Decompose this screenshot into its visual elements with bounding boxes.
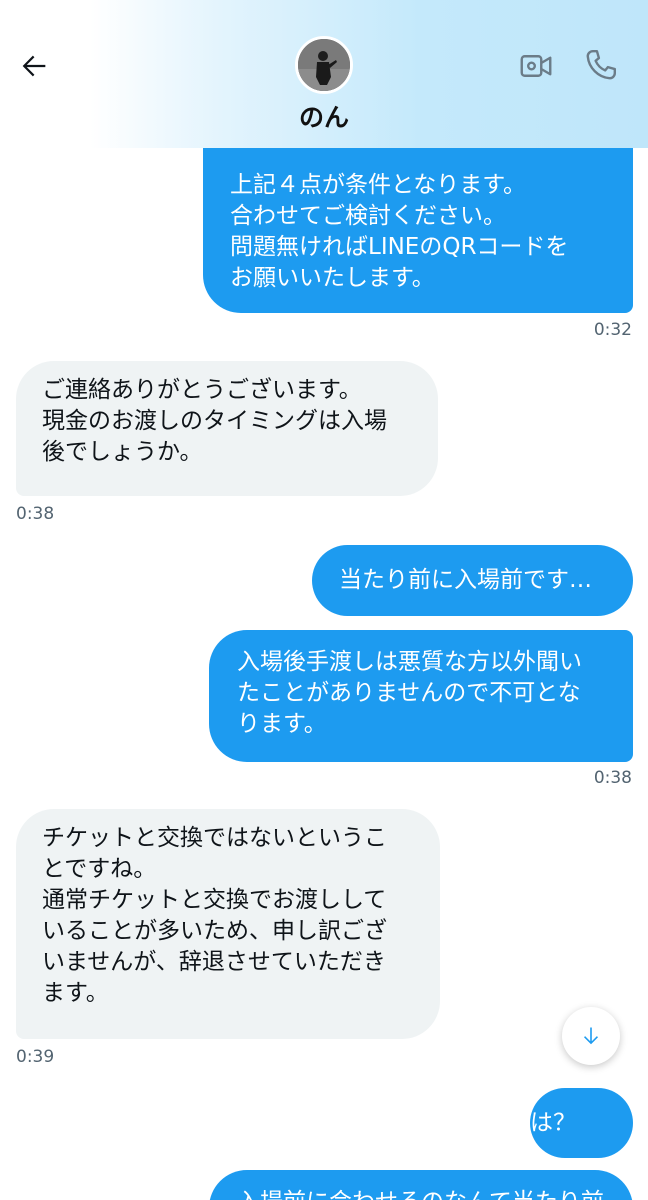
voice-call-button[interactable] bbox=[580, 44, 622, 86]
arrow-down-icon bbox=[584, 1027, 598, 1045]
message-bubble-outgoing[interactable]: 入場前に会わせるのなんて当たり前 bbox=[209, 1170, 633, 1200]
phone-icon bbox=[586, 50, 616, 80]
message-timestamp: 0:38 bbox=[16, 504, 55, 524]
scroll-to-bottom-button[interactable] bbox=[562, 1007, 620, 1065]
video-call-button[interactable] bbox=[516, 46, 556, 86]
avatar-image bbox=[298, 39, 350, 91]
message-bubble-outgoing[interactable]: 入場後手渡しは悪質な方以外聞い たことがありませんので不可とな ります。 bbox=[209, 630, 633, 762]
message-timestamp: 0:38 bbox=[593, 768, 632, 788]
video-camera-icon bbox=[520, 55, 552, 77]
arrow-left-icon bbox=[22, 55, 46, 77]
message-bubble-outgoing[interactable]: 上記４点が条件となります。 合わせてご検討ください。 問題無ければLINEのQR… bbox=[203, 120, 633, 313]
message-bubble-incoming[interactable]: チケットと交換ではないというこ とですね。 通常チケットと交換でお渡しして いる… bbox=[16, 809, 440, 1039]
back-button[interactable] bbox=[14, 46, 54, 86]
message-timestamp: 0:32 bbox=[593, 320, 632, 340]
message-bubble-outgoing[interactable]: 当たり前に入場前です… bbox=[312, 545, 633, 616]
message-timestamp: 0:39 bbox=[16, 1047, 55, 1067]
avatar[interactable] bbox=[295, 36, 353, 94]
conversation-header: のん bbox=[0, 0, 648, 148]
message-bubble-outgoing[interactable]: は？ bbox=[530, 1088, 633, 1158]
dm-conversation-screen: のん 上記４点が条件となります。 合わせてご検討ください。 問題無ければLINE… bbox=[0, 0, 648, 1200]
message-bubble-incoming[interactable]: ご連絡ありがとうございます。 現金のお渡しのタイミングは入場 後でしょうか。 bbox=[16, 361, 438, 496]
contact-name[interactable]: のん bbox=[0, 100, 648, 136]
